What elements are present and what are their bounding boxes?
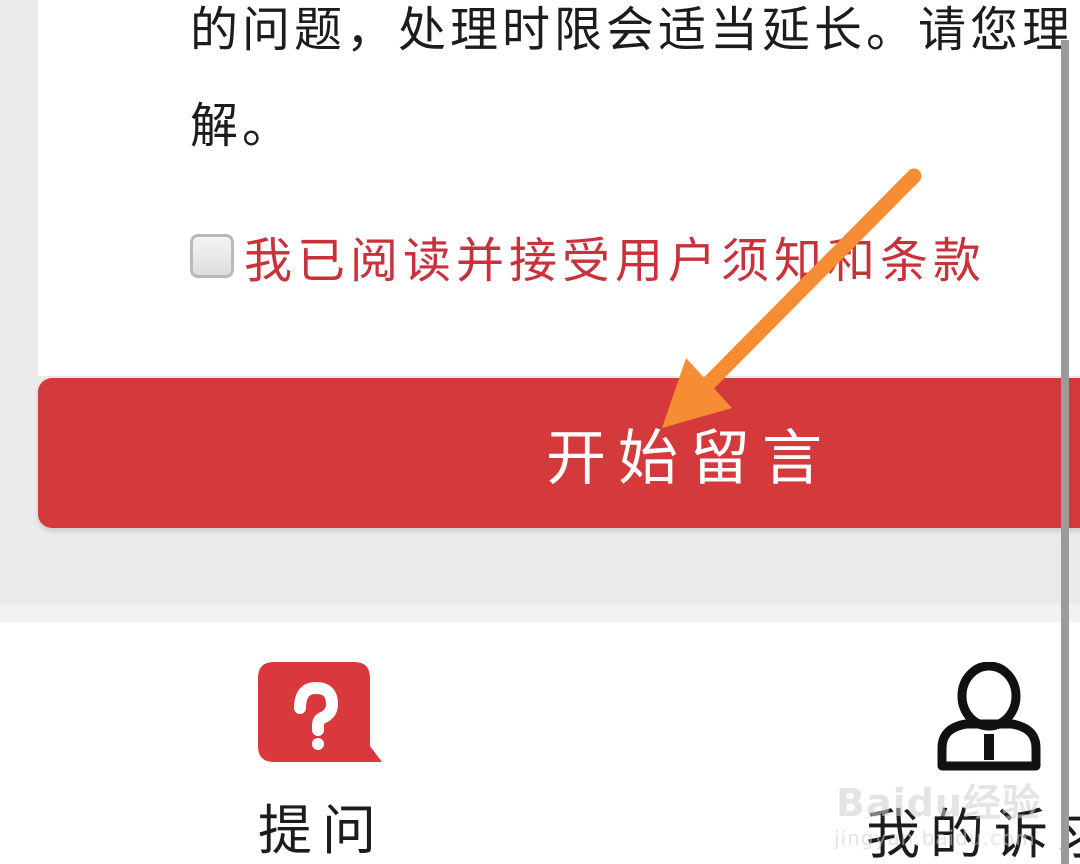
agreement-label[interactable]: 我已阅读并接受用户须知和条款 [244, 221, 986, 291]
bottom-tab-bar: 提问 我的诉求 [0, 622, 1080, 864]
user-icon [937, 662, 1041, 771]
tab-ask[interactable]: 提问 [230, 662, 410, 862]
notice-line: 解。 [190, 98, 295, 154]
tab-my-requests[interactable]: 我的诉求 [860, 662, 1080, 864]
notice-text: 的问题，处理时限会适当延长。请您理 解。 [190, 0, 1080, 174]
tab-my-requests-label: 我的诉求 [866, 803, 1080, 864]
agreement-checkbox[interactable] [190, 234, 234, 278]
start-message-button[interactable]: 开始留言 [38, 378, 1080, 528]
agreement-row[interactable]: 我已阅读并接受用户须知和条款 [190, 226, 986, 289]
message-page: 的问题，处理时限会适当延长。请您理 解。 我已阅读并接受用户须知和条款 开始留言… [0, 0, 1080, 864]
question-bubble-icon [258, 662, 382, 762]
notice-line: 的问题，处理时限会适当延长。请您理 [190, 2, 1075, 58]
section-divider [0, 604, 1080, 622]
scrollbar[interactable] [1061, 40, 1069, 864]
notice-card: 的问题，处理时限会适当延长。请您理 解。 我已阅读并接受用户须知和条款 [38, 0, 1080, 376]
tab-ask-label: 提问 [258, 799, 386, 862]
